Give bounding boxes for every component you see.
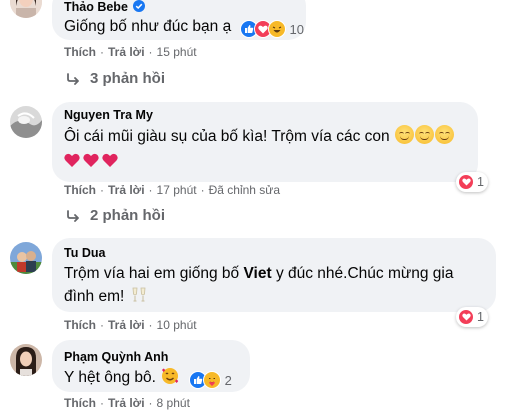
- like-link[interactable]: Thích: [64, 396, 96, 410]
- smiling-face-with-hearts-emoji-icon: [162, 368, 179, 384]
- grin-emoji-icon: [394, 125, 414, 144]
- comment-tu-dua: Tu Dua Trộm vía hai em giống bố Viet y đ…: [0, 234, 528, 334]
- comment-text: Y hệt ông bô. 2: [64, 366, 232, 392]
- care-reaction-icon: [202, 371, 221, 389]
- tagged-name[interactable]: Viet: [243, 265, 271, 282]
- reaction-count: 1: [477, 175, 484, 189]
- timestamp[interactable]: 17 phút: [157, 183, 197, 197]
- love-reaction-icon: [458, 174, 474, 190]
- comment-text: Giống bố như đúc bạn ạ 10: [64, 15, 304, 41]
- red-heart-icon: [64, 153, 80, 167]
- grin-emoji-icon: [414, 125, 434, 144]
- avatar[interactable]: [10, 0, 42, 18]
- reply-link[interactable]: Trả lời: [108, 318, 145, 332]
- avatar[interactable]: [10, 344, 42, 376]
- comment-actions: Thích · Trả lời · 10 phút: [64, 318, 197, 332]
- like-link[interactable]: Thích: [64, 318, 96, 332]
- verified-badge-icon: [133, 0, 146, 12]
- comment-text-line2: đình em!: [64, 285, 147, 308]
- reply-arrow-icon: [66, 72, 80, 85]
- edited-label[interactable]: Đã chỉnh sửa: [209, 183, 280, 197]
- comment-actions: Thích · Trả lời · 8 phút: [64, 396, 190, 410]
- timestamp[interactable]: 15 phút: [157, 45, 197, 59]
- love-reaction-icon: [458, 309, 474, 325]
- reaction-summary[interactable]: 1: [456, 172, 488, 192]
- reply-arrow-icon: [66, 209, 80, 222]
- reaction-count: 1: [477, 310, 484, 324]
- reply-link[interactable]: Trả lời: [108, 45, 145, 59]
- reaction-summary[interactable]: 10: [239, 18, 305, 41]
- reply-link[interactable]: Trả lời: [108, 396, 145, 410]
- avatar[interactable]: [10, 106, 42, 138]
- comment-thao-bebe: Thảo Bebe Giống bố như đúc bạn ạ 10 Thíc…: [0, 0, 528, 92]
- commenter-name[interactable]: Nguyen Tra My: [64, 108, 153, 122]
- avatar[interactable]: [10, 242, 42, 274]
- comment-actions: Thích · Trả lời · 15 phút: [64, 45, 197, 59]
- view-replies-link[interactable]: 3 phản hồi: [66, 70, 165, 87]
- comment-nguyen-tra-my: Nguyen Tra My Ôi cái mũi giàu sụ của bố …: [0, 98, 528, 228]
- like-link[interactable]: Thích: [64, 45, 96, 59]
- commenter-name[interactable]: Tu Dua: [64, 246, 105, 260]
- red-heart-icon: [83, 153, 99, 167]
- reaction-summary[interactable]: 2: [188, 369, 232, 392]
- grin-emoji-icon: [434, 125, 454, 144]
- reply-link[interactable]: Trả lời: [108, 183, 145, 197]
- commenter-name[interactable]: Phạm Quỳnh Anh: [64, 350, 168, 364]
- reaction-count: 10: [289, 21, 305, 37]
- comment-text: Trộm vía hai em giống bố Viet y đúc nhé.…: [64, 265, 454, 282]
- comment-text: Ôi cái mũi giàu sụ của bố kìa! Trộm vía …: [64, 125, 454, 148]
- comment-hearts: [64, 150, 121, 173]
- red-heart-icon: [102, 153, 118, 167]
- reaction-summary[interactable]: 1: [456, 307, 488, 327]
- commenter-name[interactable]: Thảo Bebe: [64, 0, 146, 14]
- comment-actions: Thích · Trả lời · 17 phút · Đã chỉnh sửa: [64, 183, 280, 197]
- view-replies-link[interactable]: 2 phản hồi: [66, 207, 165, 224]
- timestamp[interactable]: 10 phút: [157, 318, 197, 332]
- timestamp[interactable]: 8 phút: [157, 396, 190, 410]
- comment-pham-quynh-anh: Phạm Quỳnh Anh Y hệt ông bô. 2 Thích · T…: [0, 338, 528, 413]
- haha-reaction-icon: [267, 20, 286, 38]
- reaction-count: 2: [224, 372, 232, 388]
- like-link[interactable]: Thích: [64, 183, 96, 197]
- clinking-glasses-emoji-icon: [132, 287, 146, 302]
